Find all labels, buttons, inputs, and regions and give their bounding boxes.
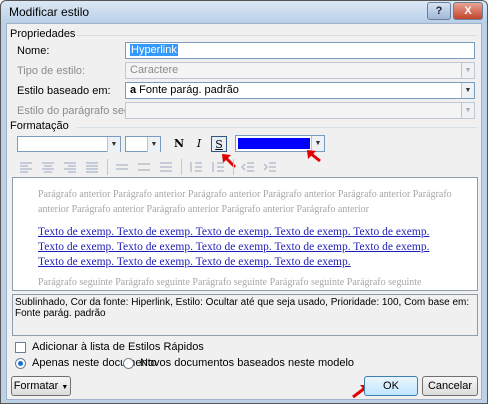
bold-button[interactable]: N [171,136,187,152]
help-button[interactable]: ? [427,2,451,20]
dialog-body: Propriedades Nome: Hyperlink Tipo de est… [6,23,482,400]
style-type-value: Caractere [130,64,179,76]
style-type-label: Tipo de estilo: [17,65,86,77]
chevron-down-icon: ▼ [461,103,474,118]
new-documents-radio[interactable] [123,358,134,369]
only-document-label: Apenas neste documento [32,357,157,369]
only-document-radio[interactable] [15,358,26,369]
increase-indent-icon[interactable] [263,161,277,173]
font-name-dropdown[interactable]: ▼ [17,136,121,152]
space-after-icon[interactable] [211,161,225,173]
sample-text: Texto de exemp. Texto de exemp. Texto de… [38,226,430,268]
chevron-down-icon: ▼ [61,384,69,391]
one-half-spacing-icon[interactable] [137,161,151,173]
name-value: Hyperlink [130,44,178,56]
add-quick-styles-checkbox[interactable] [15,342,26,353]
dialog-window: Modificar estilo ? X Propriedades Nome: … [0,0,488,404]
toolbar-separator [181,159,182,175]
properties-group-label: Propriedades [10,28,76,40]
title-bar[interactable]: Modificar estilo ? X [1,1,487,23]
previous-paragraph-text: Parágrafo anterior Parágrafo anterior Pa… [38,189,452,215]
justify-icon[interactable] [85,161,99,173]
based-on-label: Estilo baseado em: [17,85,111,97]
annotation-arrow-icon [307,150,321,163]
style-type-dropdown[interactable]: Caractere ▼ [125,62,475,79]
style-preview: Parágrafo anterior Parágrafo anterior Pa… [12,177,478,291]
align-right-icon[interactable] [63,161,77,173]
decrease-indent-icon[interactable] [241,161,255,173]
italic-button[interactable]: I [191,136,207,152]
close-button[interactable]: X [453,2,483,20]
font-color-swatch [238,138,310,149]
next-paragraph-text: Parágrafo seguinte Parágrafo seguinte Pa… [38,277,422,288]
double-spacing-icon[interactable] [159,161,173,173]
formatting-group-label: Formatação [10,120,69,132]
name-label: Nome: [17,45,50,57]
toolbar-separator [233,159,234,175]
format-button[interactable]: Formatar ▼ [11,376,71,396]
align-left-icon[interactable] [19,161,33,173]
based-on-value: Fonte parág. padrão [139,84,239,96]
properties-divider [77,35,477,36]
add-quick-styles-label: Adicionar à lista de Estilos Rápidos [32,341,204,353]
format-button-label: Formatar [13,380,59,392]
align-center-icon[interactable] [41,161,55,173]
next-style-dropdown[interactable]: ▼ [125,102,475,119]
chevron-down-icon: ▼ [107,137,120,152]
chevron-down-icon: ▼ [461,63,474,78]
toolbar-separator [107,159,108,175]
space-before-icon[interactable] [189,161,203,173]
font-size-dropdown[interactable]: ▼ [125,136,161,152]
chevron-down-icon: ▼ [147,137,160,152]
single-spacing-icon[interactable] [115,161,129,173]
chevron-down-icon: ▼ [461,83,474,98]
ok-button[interactable]: OK [364,376,418,396]
based-on-dropdown[interactable]: a Fonte parág. padrão ▼ [125,82,475,99]
style-description: Sublinhado, Cor da fonte: Hiperlink, Est… [12,294,478,336]
new-documents-label: Novos documentos baseados neste modelo [140,357,355,369]
formatting-divider [77,127,477,128]
underline-button[interactable]: S [211,136,227,152]
cancel-button[interactable]: Cancelar [422,376,478,396]
name-field[interactable]: Hyperlink [125,42,475,59]
character-style-icon: a [130,84,137,96]
dialog-title: Modificar estilo [9,5,90,19]
